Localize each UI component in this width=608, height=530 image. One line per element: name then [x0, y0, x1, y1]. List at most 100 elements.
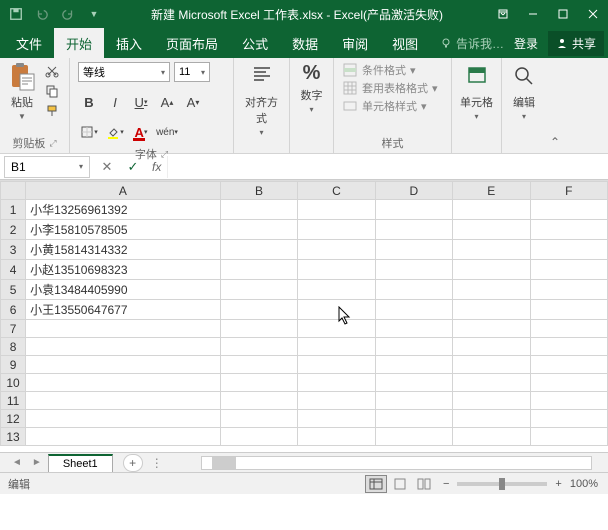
- ribbon-options-icon[interactable]: [488, 0, 518, 28]
- horizontal-scrollbar[interactable]: [201, 456, 592, 470]
- bold-button[interactable]: B: [78, 92, 100, 112]
- cell[interactable]: [298, 338, 375, 356]
- cell[interactable]: [375, 260, 452, 280]
- conditional-formatting-button[interactable]: 条件格式 ▾: [342, 62, 438, 78]
- cell[interactable]: [26, 338, 221, 356]
- cell[interactable]: [26, 356, 221, 374]
- cell[interactable]: [220, 260, 297, 280]
- cell[interactable]: 小华13256961392: [26, 200, 221, 220]
- copy-icon[interactable]: [42, 82, 62, 100]
- tab-home[interactable]: 开始: [54, 28, 104, 58]
- cell[interactable]: [220, 338, 297, 356]
- fill-color-icon[interactable]: ▾: [104, 122, 126, 142]
- cell[interactable]: [26, 374, 221, 392]
- tab-page-layout[interactable]: 页面布局: [154, 28, 230, 58]
- tab-data[interactable]: 数据: [280, 28, 330, 58]
- row-header[interactable]: 12: [1, 410, 26, 428]
- cell[interactable]: [220, 392, 297, 410]
- tab-insert[interactable]: 插入: [104, 28, 154, 58]
- cell[interactable]: [453, 320, 530, 338]
- save-icon[interactable]: [4, 3, 28, 25]
- cell[interactable]: [375, 356, 452, 374]
- cell[interactable]: [298, 356, 375, 374]
- cell[interactable]: [453, 280, 530, 300]
- cell[interactable]: [298, 280, 375, 300]
- row-header[interactable]: 8: [1, 338, 26, 356]
- row-header[interactable]: 7: [1, 320, 26, 338]
- qat-dropdown-icon[interactable]: ▼: [82, 3, 106, 25]
- cell[interactable]: [530, 240, 607, 260]
- row-header[interactable]: 9: [1, 356, 26, 374]
- add-sheet-button[interactable]: +: [123, 454, 143, 472]
- cell[interactable]: [530, 338, 607, 356]
- dialog-launcher-icon[interactable]: ⤢: [49, 138, 56, 149]
- cell[interactable]: [298, 200, 375, 220]
- name-box[interactable]: B1▾: [4, 156, 90, 178]
- cell[interactable]: 小袁13484405990: [26, 280, 221, 300]
- cell[interactable]: 小李15810578505: [26, 220, 221, 240]
- grow-font-icon[interactable]: A▴: [156, 92, 178, 112]
- cell[interactable]: [530, 410, 607, 428]
- minimize-icon[interactable]: [518, 0, 548, 28]
- format-as-table-button[interactable]: 套用表格格式 ▾: [342, 80, 438, 96]
- normal-view-icon[interactable]: [365, 475, 387, 493]
- col-header[interactable]: F: [530, 182, 607, 200]
- close-icon[interactable]: [578, 0, 608, 28]
- col-header[interactable]: B: [220, 182, 297, 200]
- cell[interactable]: [530, 356, 607, 374]
- cell[interactable]: [530, 300, 607, 320]
- cell[interactable]: [530, 374, 607, 392]
- cell[interactable]: [298, 374, 375, 392]
- cell[interactable]: [453, 338, 530, 356]
- zoom-level[interactable]: 100%: [570, 478, 598, 490]
- cell[interactable]: [453, 410, 530, 428]
- cancel-entry-icon[interactable]: ✕: [94, 156, 120, 178]
- cell[interactable]: [298, 320, 375, 338]
- cell[interactable]: [26, 410, 221, 428]
- cell[interactable]: [530, 220, 607, 240]
- cell[interactable]: [375, 280, 452, 300]
- paste-button[interactable]: 粘贴 ▼: [8, 62, 36, 121]
- cell[interactable]: [26, 392, 221, 410]
- phonetic-icon[interactable]: wén▾: [156, 122, 178, 142]
- share-button[interactable]: 共享: [548, 31, 604, 56]
- alignment-button[interactable]: 对齐方式 ▾: [242, 62, 281, 137]
- cell[interactable]: 小赵13510698323: [26, 260, 221, 280]
- cells-button[interactable]: 单元格 ▾: [460, 62, 493, 121]
- tab-view[interactable]: 视图: [380, 28, 430, 58]
- row-header[interactable]: 3: [1, 240, 26, 260]
- cell[interactable]: [298, 392, 375, 410]
- editing-button[interactable]: 编辑 ▾: [510, 62, 538, 121]
- shrink-font-icon[interactable]: A▾: [182, 92, 204, 112]
- cell[interactable]: [298, 428, 375, 446]
- undo-icon[interactable]: [30, 3, 54, 25]
- cell[interactable]: [26, 320, 221, 338]
- cell[interactable]: [298, 240, 375, 260]
- font-color-icon[interactable]: A▾: [130, 122, 152, 142]
- fx-icon[interactable]: fx: [146, 160, 167, 174]
- cell[interactable]: [530, 260, 607, 280]
- cell[interactable]: 小黄15814314332: [26, 240, 221, 260]
- cell[interactable]: [453, 300, 530, 320]
- cell[interactable]: [298, 220, 375, 240]
- cell[interactable]: [375, 410, 452, 428]
- maximize-icon[interactable]: [548, 0, 578, 28]
- cell[interactable]: [530, 320, 607, 338]
- confirm-entry-icon[interactable]: ✓: [120, 156, 146, 178]
- cell[interactable]: [298, 410, 375, 428]
- font-family-combo[interactable]: 等线▾: [78, 62, 170, 82]
- cell[interactable]: [530, 392, 607, 410]
- cell[interactable]: [220, 280, 297, 300]
- sheet-tab[interactable]: Sheet1: [48, 454, 113, 472]
- col-header[interactable]: E: [453, 182, 530, 200]
- underline-button[interactable]: U ▾: [130, 92, 152, 112]
- number-format-button[interactable]: % 数字 ▾: [298, 62, 325, 114]
- tab-nav-prev-icon[interactable]: ◄: [8, 457, 26, 468]
- login-button[interactable]: 登录: [508, 35, 544, 52]
- cell[interactable]: [375, 220, 452, 240]
- zoom-out-icon[interactable]: −: [443, 478, 449, 490]
- cell[interactable]: [220, 428, 297, 446]
- cell[interactable]: [375, 320, 452, 338]
- row-header[interactable]: 2: [1, 220, 26, 240]
- cell[interactable]: [375, 374, 452, 392]
